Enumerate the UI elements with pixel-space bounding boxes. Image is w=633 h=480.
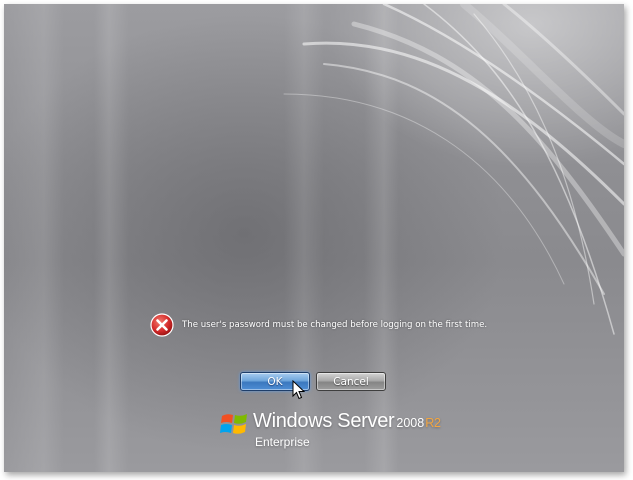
product-release: R2 [425,416,441,430]
windows-server-branding: Windows Server 2008R2 Enterprise [220,408,441,456]
product-name-text: Windows Server [253,410,395,432]
error-icon [150,313,174,337]
error-message: The user's password must be changed befo… [150,312,487,338]
product-edition: Enterprise [255,435,310,449]
windows-flag-icon [220,414,247,434]
cancel-button[interactable]: Cancel [316,372,386,391]
background-aurora-swooshes [254,4,624,335]
error-message-text: The user's password must be changed befo… [182,320,488,330]
product-name: Windows Server 2008R2 [253,410,441,433]
mouse-pointer-icon [292,380,306,400]
logon-screen: The user's password must be changed befo… [4,4,624,472]
product-version: 2008 [396,416,425,430]
